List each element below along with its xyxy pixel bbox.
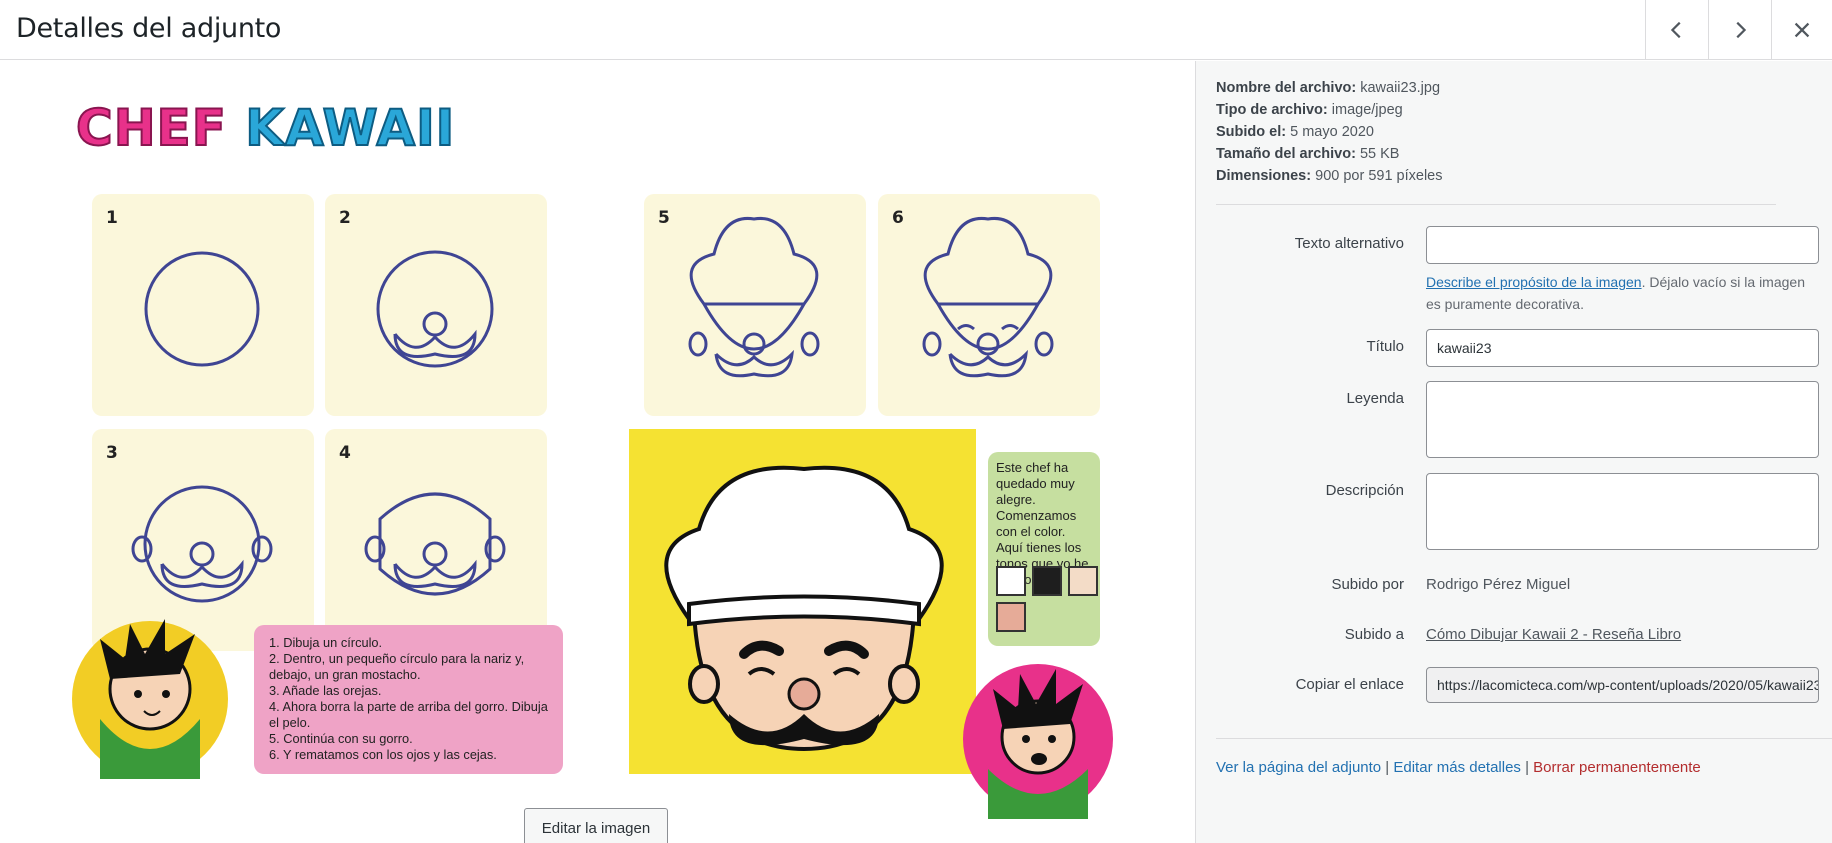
file-type-row: Tipo de archivo: image/jpeg [1216,99,1443,121]
divider [1216,204,1776,205]
step-number: 2 [339,208,351,228]
caption-textarea[interactable] [1426,381,1819,458]
copy-link-input[interactable]: https://lacomicteca.com/wp-content/uploa… [1426,667,1819,703]
step-drawing [376,250,494,368]
alt-text-help-link[interactable]: Describe el propósito de la imagen [1426,274,1642,290]
file-type-label: Tipo de archivo: [1216,102,1328,118]
attachment-details-panel: Nombre del archivo: kawaii23.jpg Tipo de… [1195,61,1832,843]
file-type-value: image/jpeg [1331,102,1403,118]
step-drawing [131,485,273,603]
divider [1216,738,1832,739]
image-title-text: CHEF KAWAII [75,98,456,158]
page-title: Detalles del adjunto [16,13,282,44]
file-info: Nombre del archivo: kawaii23.jpg Tipo de… [1216,77,1443,187]
step-drawing [922,216,1054,378]
step-panel-4: 4 [325,429,547,651]
edit-image-button[interactable]: Editar la imagen [524,808,668,843]
uploaded-by-value: Rodrigo Pérez Miguel [1426,576,1571,593]
step-panel-1: 1 [92,194,314,416]
step-panel-5: 5 [644,194,866,416]
attachment-image: CHEF KAWAII 1 2 3 4 5 6 Este chef ha que… [70,98,1120,839]
file-size-label: Tamaño del archivo: [1216,146,1356,162]
instruction-line: 2. Dentro, un pequeño círculo para la na… [269,651,525,682]
action-separator: | [1381,759,1394,776]
file-name-row: Nombre del archivo: kawaii23.jpg [1216,77,1443,99]
alt-text-help: Describe el propósito de la imagen. Déja… [1426,271,1816,315]
view-attachment-page-link[interactable]: Ver la página del adjunto [1216,759,1381,776]
color-swatch-skin [1068,566,1098,596]
instructions-bubble: 1. Dibuja un círculo. 2. Dentro, un pequ… [254,625,563,774]
close-icon [1794,22,1810,38]
instruction-line: 3. Añade las orejas. [269,683,382,698]
copy-link-label: Copiar el enlace [1295,676,1404,693]
dimensions-label: Dimensiones: [1216,168,1312,184]
color-swatch-pink [996,602,1026,632]
attachment-actions: Ver la página del adjunto | Editar más d… [1216,759,1701,776]
image-title-word2: KAWAII [244,98,456,158]
upload-date-value: 5 mayo 2020 [1290,124,1374,140]
modal-header: Detalles del adjunto [0,0,1832,60]
instruction-line: 4. Ahora borra la parte de arriba del go… [269,699,548,730]
description-label: Descripción [1325,482,1404,499]
file-name-value: kawaii23.jpg [1360,80,1441,96]
step-drawing [144,251,260,367]
color-swatch-black [1032,566,1062,596]
image-title-word1: CHEF [75,98,227,158]
title-label: Título [1366,338,1404,355]
step-number: 5 [658,208,670,228]
chevron-left-icon [1670,21,1681,39]
upload-date-label: Subido el: [1216,124,1287,140]
uploaded-by-label: Subido por [1331,576,1404,593]
chevron-right-icon [1736,21,1747,39]
step-number: 6 [892,208,904,228]
color-swatch-white [996,566,1026,596]
instruction-line: 1. Dibuja un círculo. [269,635,383,650]
chef-illustration [664,465,944,752]
dimensions-value: 900 por 591 píxeles [1315,168,1443,184]
alt-text-label: Texto alternativo [1294,235,1404,252]
description-textarea[interactable] [1426,473,1819,550]
file-size-value: 55 KB [1359,146,1400,162]
step-number: 4 [339,443,351,463]
step-panel-6: 6 [878,194,1100,416]
upload-date-row: Subido el: 5 mayo 2020 [1216,121,1443,143]
uploaded-to-label: Subido a [1344,626,1404,643]
uploaded-to-link[interactable]: Cómo Dibujar Kawaii 2 - Reseña Libro [1426,626,1681,643]
file-size-row: Tamaño del archivo: 55 KB [1216,143,1443,165]
step-number: 1 [106,208,118,228]
instruction-line: 6. Y rematamos con los ojos y las cejas. [269,747,497,762]
close-button[interactable] [1771,0,1832,60]
file-name-label: Nombre del archivo: [1216,80,1357,96]
delete-permanently-link[interactable]: Borrar permanentemente [1533,759,1701,776]
dimensions-row: Dimensiones: 900 por 591 píxeles [1216,165,1443,187]
next-button[interactable] [1708,0,1771,60]
alt-text-input[interactable] [1426,226,1819,264]
step-drawing [688,216,820,378]
step-panel-3: 3 [92,429,314,651]
step-drawing [364,492,506,596]
caption-label: Leyenda [1346,390,1404,407]
title-input[interactable]: kawaii23 [1426,329,1819,367]
image-preview-area: CHEF KAWAII 1 2 3 4 5 6 Este chef ha que… [0,61,1195,843]
action-separator: | [1520,759,1534,776]
step-panel-2: 2 [325,194,547,416]
instruction-line: 5. Continúa con su gorro. [269,731,413,746]
kid-character-right [963,664,1113,819]
edit-more-details-link[interactable]: Editar más detalles [1393,759,1521,776]
kid-character-left [72,619,228,779]
step-number: 3 [106,443,118,463]
finished-chef-panel [629,429,976,774]
previous-button[interactable] [1645,0,1708,60]
